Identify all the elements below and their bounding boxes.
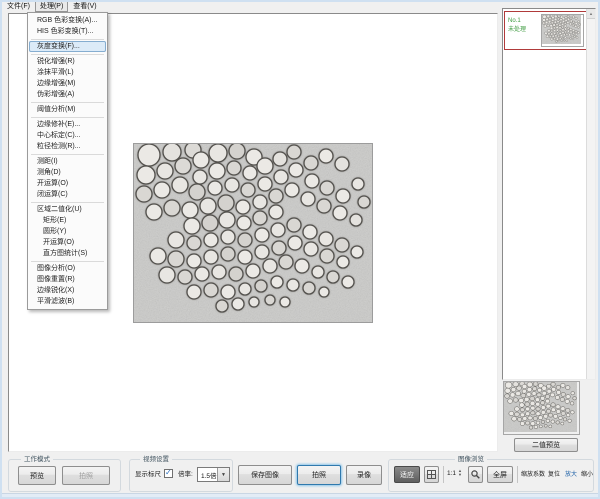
menu-item[interactable]: 开运算(O) [28, 237, 107, 248]
menu-separator [28, 259, 107, 263]
grid-view-button[interactable] [424, 466, 439, 483]
zoom-factor-select[interactable]: 1.5倍 ▼ [197, 467, 230, 482]
zoom-in-label[interactable]: 放大 [565, 471, 577, 480]
dropdown-menu: RGB 色彩变换(A)...HIS 色彩变换(T)... 灰度变换(F)... 锐化… [27, 12, 108, 310]
menu-item[interactable]: 闭运算(C) [28, 189, 107, 200]
menu-item[interactable]: 图像分析(O) [28, 263, 107, 274]
fullscreen-button[interactable]: 全屏 [487, 466, 513, 483]
image-item-number: No.1 [508, 17, 526, 26]
preview-thumbnail[interactable] [503, 381, 580, 435]
zoom-factor-value: 1.5倍 [198, 470, 217, 480]
menu-file[interactable]: 文件(F) [2, 1, 35, 12]
menu-separator [28, 37, 107, 41]
ratio-spinner[interactable]: 1:1 ▲▼ [447, 469, 462, 477]
image-list: No.1 未处理 ▲ [502, 8, 596, 380]
save-image-button[interactable]: 保存图像 [238, 465, 292, 485]
ruler-checkbox[interactable]: ✓ [164, 469, 173, 478]
zoom-scale-label[interactable]: 缩放系数 [521, 471, 545, 480]
particle-micrograph [134, 144, 372, 322]
menu-item[interactable]: HIS 色彩变换(T)... [28, 26, 107, 37]
binary-preview-button[interactable]: 二值预览 [514, 438, 578, 452]
menu-item[interactable]: 平滑滤波(B) [28, 296, 107, 307]
preview-mode-button[interactable]: 预览 [18, 466, 56, 485]
video-settings-caption: 视频设置 [140, 455, 172, 464]
grid-icon [427, 470, 436, 479]
check-icon: ✓ [165, 468, 172, 477]
menu-item[interactable]: 伪彩增强(A) [28, 89, 107, 100]
menu-item[interactable]: 粒径检测(R)... [28, 141, 107, 152]
record-button[interactable]: 录像 [346, 465, 382, 485]
image-item-text: No.1 未处理 [508, 17, 526, 35]
menu-item[interactable]: 区域二值化(U) [28, 204, 107, 215]
ruler-label: 显示标尺 [135, 470, 161, 479]
menu-item[interactable]: 边缘锐化(X) [28, 285, 107, 296]
menu-separator [28, 52, 107, 56]
menu-item[interactable]: 阈值分析(M) [28, 104, 107, 115]
micrograph-image[interactable] [133, 143, 373, 323]
list-scrollbar[interactable]: ▲ [586, 9, 595, 379]
capture-mode-button[interactable]: 拍照 [62, 466, 110, 485]
menu-item[interactable]: RGB 色彩变换(A)... [28, 15, 107, 26]
menu-item[interactable]: 矩形(E) [28, 215, 107, 226]
work-mode-caption: 工作模式 [21, 455, 53, 464]
menu-separator [28, 200, 107, 204]
fit-window-button[interactable]: 适应 [394, 466, 420, 483]
chevron-down-icon[interactable]: ▼ [217, 468, 229, 481]
menu-item[interactable]: 中心标定(C)... [28, 130, 107, 141]
image-browse-caption: 图像浏览 [455, 455, 487, 464]
menu-item[interactable]: 图像重置(R) [28, 274, 107, 285]
window-bottom-strip [2, 493, 598, 498]
menu-separator [28, 115, 107, 119]
menu-item[interactable]: 边缘增强(M) [28, 78, 107, 89]
scroll-up-icon[interactable]: ▲ [587, 9, 595, 19]
magnifier-button[interactable] [468, 466, 483, 483]
menu-item[interactable]: 灰度变换(F)... [29, 41, 106, 52]
menu-item[interactable]: 边缘修补(E)... [28, 119, 107, 130]
menu-separator [28, 100, 107, 104]
toolbar-divider [443, 466, 444, 483]
zoom-out-label[interactable]: 缩小 [581, 471, 593, 480]
menu-item[interactable]: 开运算(O) [28, 178, 107, 189]
menu-process[interactable]: 处理(P) [35, 1, 68, 12]
snapshot-button[interactable]: 拍照 [297, 465, 341, 485]
image-list-item-selected[interactable]: No.1 未处理 [504, 11, 587, 50]
menu-item[interactable]: 锐化增强(R) [28, 56, 107, 67]
preview-micrograph [504, 382, 577, 432]
thumbnail-micrograph [542, 15, 581, 44]
menu-view[interactable]: 查看(V) [68, 1, 101, 12]
menu-item[interactable]: 直方图统计(S) [28, 248, 107, 259]
menu-bar: 文件(F) 处理(P) 查看(V) [2, 1, 102, 12]
ratio-value: 1:1 [447, 470, 456, 477]
image-item-thumbnail[interactable] [541, 14, 584, 47]
toolbar-divider-2 [517, 466, 518, 483]
spinner-arrows-icon[interactable]: ▲▼ [458, 469, 462, 477]
reset-view-label[interactable]: 复位 [548, 471, 560, 480]
menu-item[interactable]: 涂抹平滑(L) [28, 67, 107, 78]
image-item-status: 未处理 [508, 26, 526, 35]
zoom-factor-label: 倍率: [178, 470, 193, 479]
menu-item[interactable]: 圆形(Y) [28, 226, 107, 237]
magnifier-icon [471, 470, 480, 479]
menu-item[interactable]: 测距(I) [28, 156, 107, 167]
menu-item[interactable]: 测角(D) [28, 167, 107, 178]
menu-separator [28, 152, 107, 156]
